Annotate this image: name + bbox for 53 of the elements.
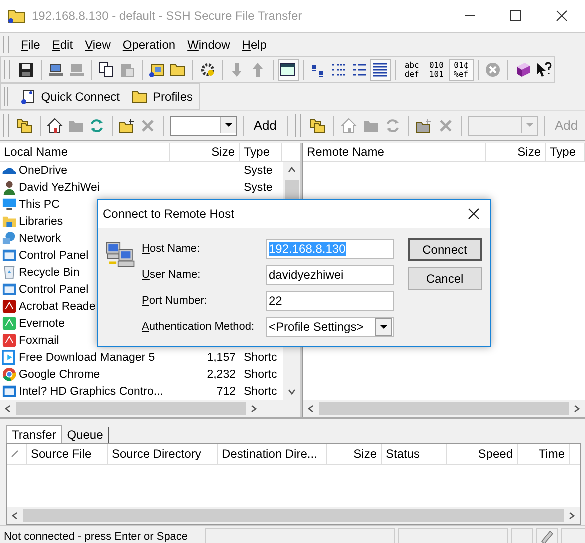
dialog-title: Connect to Remote Host: [103, 207, 234, 221]
file-size: 712: [216, 386, 237, 398]
auth-method-dropdown[interactable]: <Profile Settings>: [266, 317, 394, 337]
window-title: 192.168.8.130 - default - SSH Secure File Transfer: [32, 9, 304, 23]
file-name[interactable]: Foxmail: [0, 333, 170, 348]
toolbar-button[interactable]: 010 101: [424, 58, 449, 80]
file-type: Shortc: [243, 352, 278, 364]
column-header[interactable]: Remote Name: [303, 143, 486, 161]
field-label: Host Name:: [142, 243, 202, 255]
input-field[interactable]: 22: [266, 291, 394, 311]
column-header[interactable]: Size: [486, 143, 546, 161]
file-size: 2,232: [206, 368, 237, 380]
connect-button[interactable]: Connect: [408, 238, 482, 261]
column-header[interactable]: Speed: [447, 444, 518, 464]
file-type: Syste: [243, 164, 274, 176]
toolbar-button[interactable]: abc def: [400, 58, 424, 80]
menu-item[interactable]: Edit: [46, 38, 80, 52]
field-label: Port Number:: [142, 295, 208, 307]
menu-item[interactable]: View: [79, 38, 117, 52]
column-header[interactable]: Status: [382, 444, 447, 464]
file-size: 1,157: [206, 352, 237, 364]
quick-connect-button[interactable]: Quick Connect: [14, 86, 126, 108]
file-type: Shortc: [243, 386, 278, 398]
column-header[interactable]: Size: [327, 444, 382, 464]
file-name[interactable]: Google Chrome: [0, 367, 170, 382]
toolbar-button[interactable]: 01¢ %ef: [449, 58, 474, 80]
field-label: User Name:: [142, 269, 202, 281]
file-name[interactable]: David YeZhiWei: [0, 180, 170, 195]
column-header[interactable]: Time: [518, 444, 570, 464]
cancel-button[interactable]: Cancel: [408, 267, 482, 290]
file-name[interactable]: Intel? HD Graphics Contro...: [0, 384, 170, 399]
add-button[interactable]: Add: [248, 118, 283, 133]
column-header[interactable]: Type: [240, 143, 282, 161]
file-name[interactable]: Control Panel: [0, 282, 170, 297]
column-header[interactable]: Size: [170, 143, 240, 161]
column-header[interactable]: Source File: [27, 444, 108, 464]
file-name[interactable]: Free Download Manager 5: [0, 350, 170, 365]
profiles-button[interactable]: Profiles: [126, 86, 199, 108]
column-header[interactable]: Type: [546, 143, 585, 161]
column-header[interactable]: Local Name: [0, 143, 170, 161]
menu-item[interactable]: Operation: [116, 38, 182, 52]
menu-item[interactable]: File: [15, 38, 46, 52]
column-header[interactable]: Source Directory: [108, 444, 218, 464]
file-name[interactable]: OneDrive: [0, 163, 170, 178]
field-label: Authentication Method:: [142, 321, 256, 333]
file-type: Shortc: [243, 368, 278, 380]
column-header[interactable]: Destination Dire...: [218, 444, 327, 464]
menu-item[interactable]: Help: [236, 38, 273, 52]
input-field[interactable]: davidyezhiwei: [266, 265, 394, 285]
file-type: Syste: [243, 182, 274, 194]
status-text: Not connected - press Enter or Space: [3, 530, 190, 542]
menu-item[interactable]: Window: [182, 38, 236, 52]
tab[interactable]: Transfer: [6, 425, 62, 443]
